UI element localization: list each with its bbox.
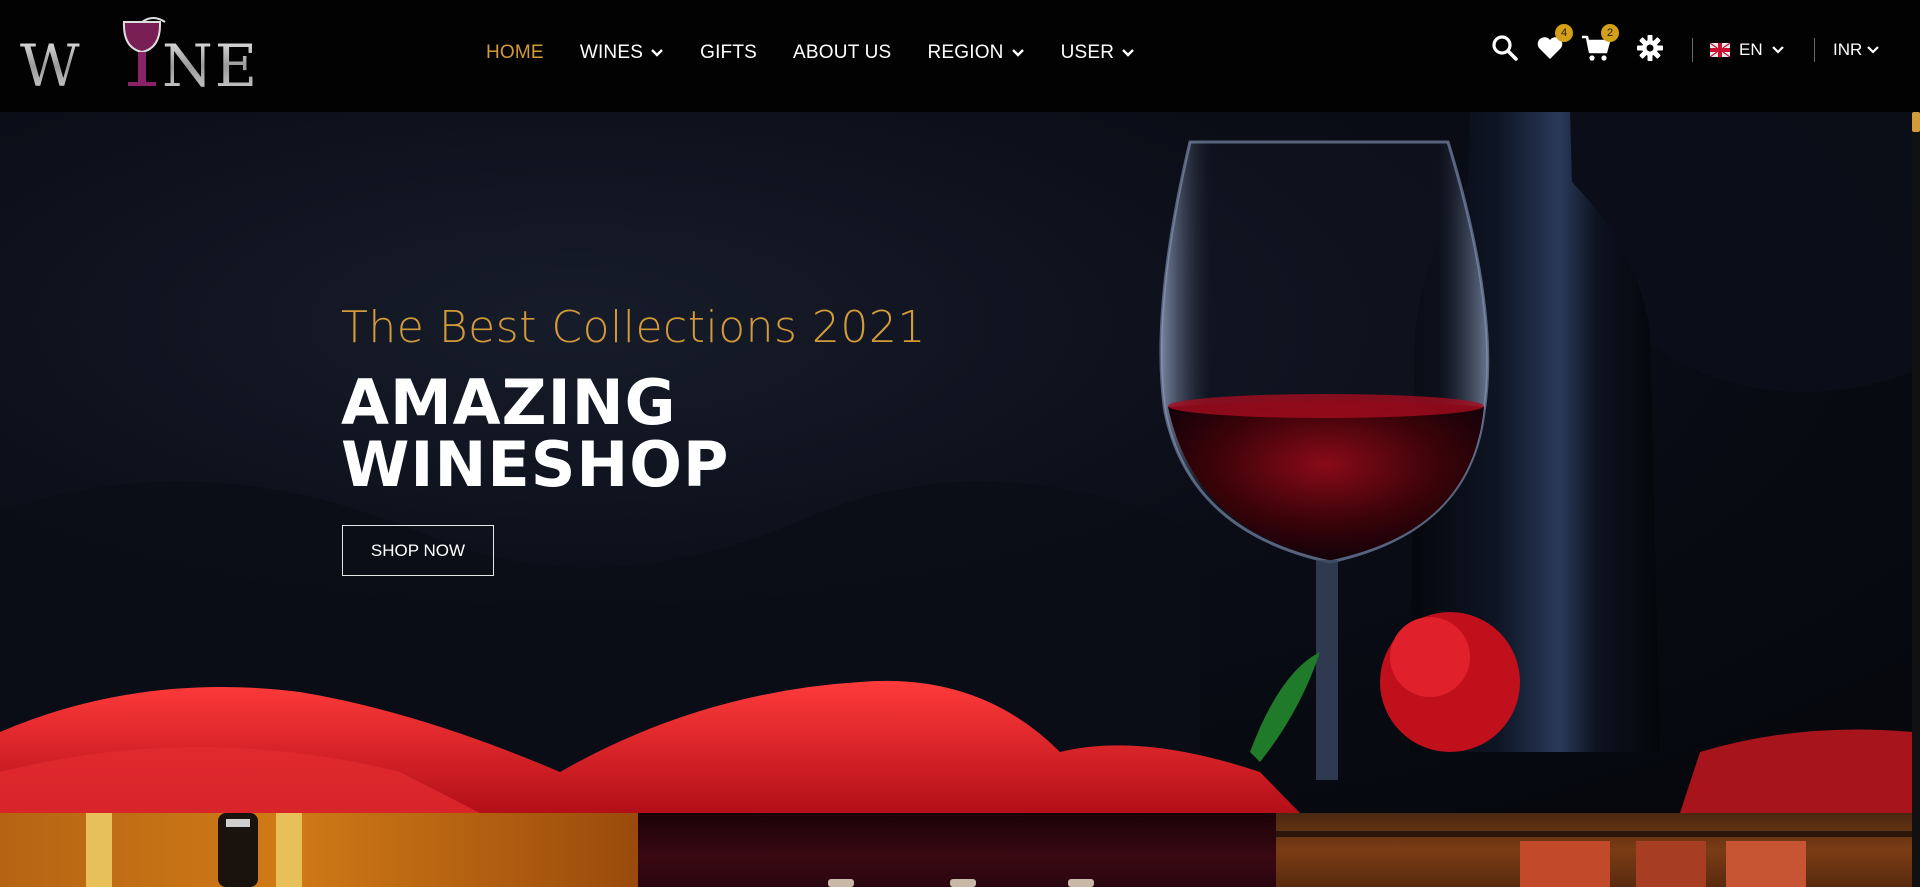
settings-button[interactable] xyxy=(1633,30,1667,66)
hero-title: AMAZING WINESHOP xyxy=(341,372,729,496)
main-nav: HOME WINES GIFTS ABOUT US REGION USER xyxy=(486,42,1171,64)
nav-item-gifts[interactable]: GIFTS xyxy=(700,42,757,64)
chevron-down-icon xyxy=(651,49,663,57)
language-selector[interactable]: EN xyxy=(1710,40,1785,60)
hero-title-line1: AMAZING xyxy=(341,366,677,439)
hero-banner: The Best Collections 2021 AMAZING WINESH… xyxy=(0,112,1912,813)
hero-title-line2: WINESHOP xyxy=(341,428,730,501)
scrollbar-thumb[interactable] xyxy=(1912,112,1920,132)
nav-item-label: GIFTS xyxy=(700,42,758,63)
category-tile[interactable] xyxy=(638,813,1276,887)
uk-flag-icon xyxy=(1710,43,1730,57)
chevron-down-icon xyxy=(1771,46,1784,54)
nav-item-label: WINES xyxy=(579,42,644,63)
hero-subtitle: The Best Collections 2021 xyxy=(341,302,926,353)
nav-item-about-us[interactable]: ABOUT US xyxy=(793,42,891,64)
wine-logo[interactable]: W NE xyxy=(20,12,265,92)
svg-text:NE: NE xyxy=(162,32,259,92)
nav-item-region[interactable]: REGION xyxy=(927,42,1024,64)
category-image xyxy=(1276,831,1912,887)
divider xyxy=(1814,38,1815,62)
divider xyxy=(1692,38,1693,62)
currency-selector[interactable]: INR xyxy=(1833,40,1880,60)
nav-item-label: USER xyxy=(1060,42,1115,63)
category-tile[interactable] xyxy=(0,813,638,887)
wishlist-button[interactable]: 4 xyxy=(1533,24,1573,66)
shop-now-button[interactable]: SHOP NOW xyxy=(342,525,494,576)
language-label: EN xyxy=(1739,40,1763,59)
currency-label: INR xyxy=(1833,40,1863,59)
gear-icon xyxy=(1637,35,1663,61)
nav-item-wines[interactable]: WINES xyxy=(580,42,664,64)
category-image xyxy=(828,879,1094,887)
site-header: W NE HOME WINES GIFTS ABOUT US REGION US… xyxy=(0,0,1920,112)
wishlist-count-badge: 4 xyxy=(1555,24,1573,42)
svg-text:W: W xyxy=(20,32,82,92)
chevron-down-icon xyxy=(1011,49,1024,57)
hero-background-image xyxy=(0,112,1912,813)
cart-count-badge: 2 xyxy=(1601,24,1619,42)
nav-item-label: HOME xyxy=(486,42,544,63)
search-icon xyxy=(1492,35,1518,61)
cart-button[interactable]: 2 xyxy=(1579,24,1619,66)
nav-item-label: ABOUT US xyxy=(793,42,892,63)
nav-item-label: REGION xyxy=(927,42,1004,63)
chevron-down-icon xyxy=(1122,49,1135,57)
category-image xyxy=(86,813,302,887)
page-scrollbar[interactable] xyxy=(1912,112,1920,887)
category-tiles xyxy=(0,813,1912,887)
chevron-down-icon xyxy=(1867,46,1880,54)
category-tile[interactable] xyxy=(1276,813,1912,887)
search-button[interactable] xyxy=(1488,30,1522,66)
nav-item-home[interactable]: HOME xyxy=(486,42,544,64)
nav-item-user[interactable]: USER xyxy=(1061,42,1136,64)
